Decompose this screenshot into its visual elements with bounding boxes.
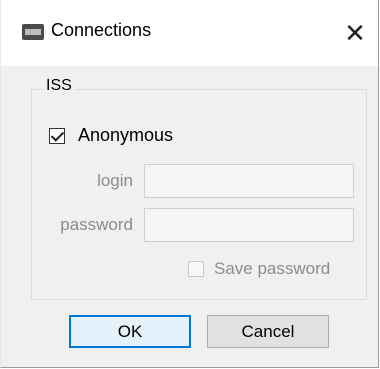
password-label: password [60, 215, 133, 234]
cancel-button[interactable]: Cancel [207, 315, 329, 348]
save-password-checkbox[interactable] [188, 261, 204, 277]
save-password-label[interactable]: Save password [214, 259, 330, 279]
app-window-icon [22, 24, 44, 40]
anonymous-label[interactable]: Anonymous [78, 125, 173, 146]
close-button[interactable]: ✕ [332, 0, 378, 66]
login-label: login [97, 171, 133, 190]
ok-button[interactable]: OK [69, 315, 191, 348]
title-bar: Connections ✕ [1, 0, 378, 66]
login-field[interactable] [144, 164, 354, 198]
anonymous-checkbox[interactable] [49, 128, 65, 144]
groupbox-title: ISS [43, 77, 75, 95]
close-icon: ✕ [344, 17, 366, 48]
dialog-title: Connections [51, 20, 152, 40]
connections-dialog: Connections ✕ ISS Anonymous login passwo… [0, 0, 379, 368]
password-field[interactable] [144, 208, 354, 242]
